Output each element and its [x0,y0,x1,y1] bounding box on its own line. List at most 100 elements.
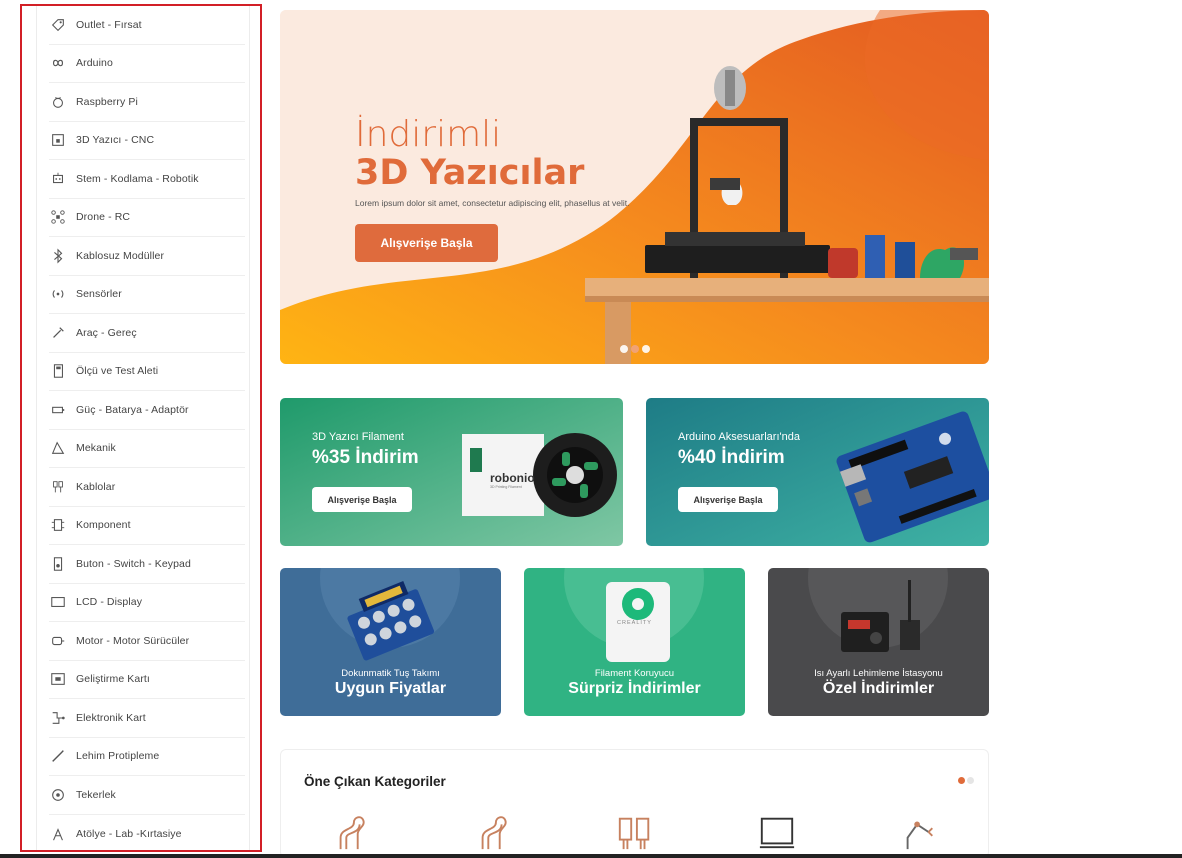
card-keypad[interactable]: Dokunmatik Tuş Takımı Uygun Fiyatlar [280,568,501,716]
sidebar-item-6[interactable]: Kablosuz Modüller [49,237,245,276]
sidebar-item-13[interactable]: Komponent [49,507,245,545]
sidebar-item-label: Raspberry Pi [76,95,138,108]
featured-dot-2[interactable] [967,777,974,784]
sidebar-item-8[interactable]: Araç - Gereç [49,314,245,353]
component-icon [49,516,67,534]
sidebar-item-21[interactable]: Atölye - Lab -Kırtasiye [49,815,245,854]
sidebar-item-18[interactable]: Elektronik Kart [49,699,245,738]
circuit-icon [49,709,67,727]
sidebar-item-label: 3D Yazıcı - CNC [76,134,155,147]
sidebar-item-2[interactable]: Raspberry Pi [49,83,245,122]
carousel-dot-2[interactable] [631,345,639,353]
card-subtitle: Isı Ayarlı Lehimleme İstasyonu [814,668,943,679]
sidebar-item-5[interactable]: Drone - RC [49,199,245,237]
sidebar-item-14[interactable]: Buton - Switch - Keypad [49,545,245,584]
filament-brand-sub: 3D Printing Filament [490,485,522,489]
card-title: Sürpriz İndirimler [568,680,701,697]
promo-filament-image [280,398,623,546]
sidebar-item-0[interactable]: Outlet - Fırsat [49,6,245,45]
sidebar-item-10[interactable]: Güç - Batarya - Adaptör [49,391,245,430]
sidebar-item-15[interactable]: LCD - Display [49,584,245,622]
sidebar-item-label: Tekerlek [76,788,116,801]
promo-title: %40 İndirim [678,447,785,468]
robot-arm-category-icon[interactable] [900,812,938,852]
sidebar-item-label: Lehim Protipleme [76,750,160,763]
hero-subtitle: Lorem ipsum dolor sit amet, consectetur … [355,198,630,208]
bluetooth-icon [49,247,67,265]
hero-banner[interactable]: İndirimli 3D Yazıcılar Lorem ipsum dolor… [280,10,989,364]
motor-icon [49,632,67,650]
filament-brand: robonio [490,471,535,485]
cable-category-icon[interactable] [333,812,371,852]
hero-carousel-dots [620,345,650,353]
sidebar-item-4[interactable]: Stem - Kodlama - Robotik [49,160,245,199]
sidebar-item-17[interactable]: Geliştirme Kartı [49,661,245,699]
sidebar-item-11[interactable]: Mekanik [49,430,245,468]
sidebar-item-12[interactable]: Kablolar [49,468,245,507]
display-category-icon[interactable] [758,812,796,852]
robot-icon [49,170,67,188]
card-filament-dryer[interactable]: CREALITY Filament Koruyucu Sürpriz İndir… [524,568,745,716]
display-icon [49,593,67,611]
hero-shop-button[interactable]: Alışverişe Başla [355,224,498,262]
cable-category-icon-2[interactable] [475,812,513,852]
hero-title-light: İndirimli [355,114,502,155]
sidebar-item-label: Güç - Batarya - Adaptör [76,403,189,416]
wheel-icon [49,786,67,804]
sidebar-item-label: Arduino [76,57,113,70]
card-title: Özel İndirimler [822,680,935,697]
promo-filament[interactable]: robonio 3D Printing Filament 3D Yazıcı F… [280,398,623,546]
cable-icon [49,478,67,496]
dryer-brand: CREALITY [617,620,652,626]
sidebar-item-label: Stem - Kodlama - Robotik [76,172,199,185]
drone-icon [49,208,67,226]
sidebar-item-label: Outlet - Fırsat [76,18,142,31]
featured-dot-1[interactable] [958,777,965,784]
solder-icon [49,747,67,765]
featured-categories: Öne Çıkan Kategoriler [280,749,989,858]
workshop-icon [49,825,67,843]
bottom-edge-bar [0,854,1182,858]
sidebar-item-label: LCD - Display [76,596,143,609]
sidebar-item-label: Motor - Motor Sürücüler [76,634,190,647]
sidebar-item-label: Kablosuz Modüller [76,249,165,262]
button-icon [49,555,67,573]
sidebar-item-7[interactable]: Sensörler [49,276,245,314]
sidebar-item-19[interactable]: Lehim Protipleme [49,738,245,776]
battery-icon [49,401,67,419]
featured-carousel-dots [958,777,974,784]
card-subtitle: Filament Koruyucu [594,668,675,679]
promo-title: %35 İndirim [312,447,419,468]
category-list: Outlet - Fırsat Arduino Raspberry Pi 3D Yaz… [37,6,249,853]
promo-subtitle: 3D Yazıcı Filament [312,431,404,443]
sidebar-item-label: Buton - Switch - Keypad [76,557,191,570]
promo-arduino[interactable]: Arduino Aksesuarları'nda %40 İndirim Alı… [646,398,989,546]
featured-title: Öne Çıkan Kategoriler [304,774,446,789]
carousel-dot-3[interactable] [642,345,650,353]
promo-arduino-image [646,398,989,546]
sidebar-item-16[interactable]: Motor - Motor Sürücüler [49,622,245,661]
sidebar-item-label: Ölçü ve Test Aleti [76,365,159,378]
mechanic-icon [49,439,67,457]
promo-shop-button[interactable]: Alışverişe Başla [312,487,412,512]
card-soldering-station[interactable]: Isı Ayarlı Lehimleme İstasyonu Özel İndi… [768,568,989,716]
card-title: Uygun Fiyatlar [334,680,447,697]
sidebar-item-label: Kablolar [76,480,116,493]
sensor-icon [49,285,67,303]
sidebar-item-9[interactable]: Ölçü ve Test Aleti [49,353,245,391]
sidebar-item-label: Sensörler [76,288,122,301]
hero-title: 3D Yazıcılar [355,153,585,193]
sidebar-item-label: Drone - RC [76,211,131,224]
promo-shop-button[interactable]: Alışverişe Başla [678,487,778,512]
sidebar-item-label: Mekanik [76,442,116,455]
infinity-icon [49,54,67,72]
sidebar-item-20[interactable]: Tekerlek [49,776,245,815]
tag-icon [49,16,67,34]
category-sidebar: Outlet - Fırsat Arduino Raspberry Pi 3D Yaz… [20,4,262,852]
sidebar-item-label: Araç - Gereç [76,326,137,339]
carousel-dot-1[interactable] [620,345,628,353]
sidebar-item-3[interactable]: 3D Yazıcı - CNC [49,122,245,160]
component-category-icon[interactable] [616,812,654,852]
board-icon [49,670,67,688]
sidebar-item-1[interactable]: Arduino [49,45,245,83]
